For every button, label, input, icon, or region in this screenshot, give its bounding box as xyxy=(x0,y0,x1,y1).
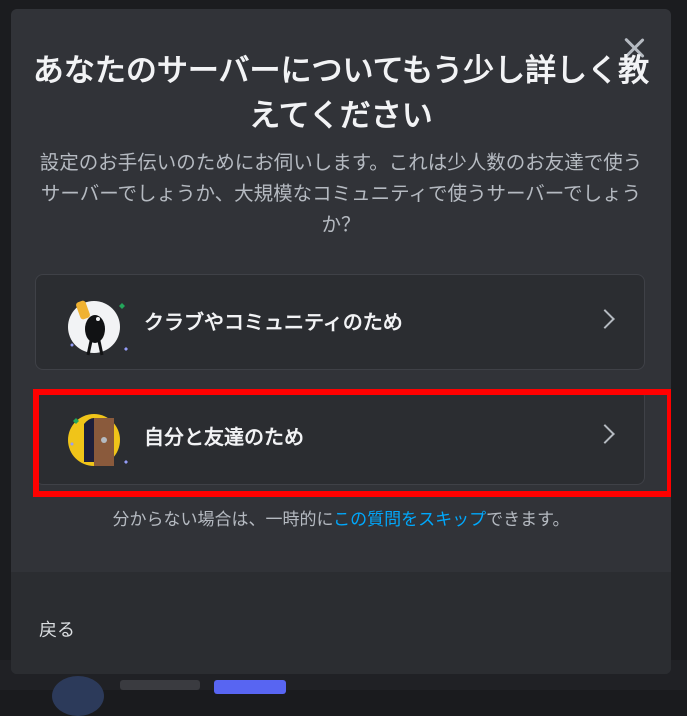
modal-title: あなたのサーバーについてもう少し詳しく教えてください xyxy=(32,53,650,134)
skip-hint-prefix: 分からない場合は、一時的に xyxy=(112,510,334,530)
option-me-and-friends-label: 自分と友達のため xyxy=(144,425,304,449)
background-username xyxy=(120,680,200,690)
skip-hint: 分からない場合は、一時的にこの質問をスキップできます。 xyxy=(11,507,671,533)
option-me-and-friends[interactable]: 自分と友達のため xyxy=(35,389,645,485)
club-illustration-icon xyxy=(68,300,128,356)
background-badge xyxy=(214,680,286,694)
option-club-community[interactable]: クラブやコミュニティのため xyxy=(35,274,645,370)
skip-hint-suffix: できます。 xyxy=(486,510,570,530)
server-purpose-modal: あなたのサーバーについてもう少し詳しく教えてください 設定のお手伝いのためにお伺… xyxy=(11,9,671,674)
background-avatar xyxy=(52,676,104,716)
modal-footer: 戻る xyxy=(11,572,671,674)
skip-question-link[interactable]: この質問をスキップ xyxy=(333,510,486,530)
friends-illustration-icon xyxy=(68,414,128,466)
modal-subtitle: 設定のお手伝いのためにお伺いします。これは少人数のお友達で使うサーバーでしょうか… xyxy=(39,151,643,236)
option-club-community-label: クラブやコミュニティのため xyxy=(144,310,403,334)
chevron-right-icon xyxy=(595,424,615,444)
back-button[interactable]: 戻る xyxy=(39,616,75,642)
chevron-right-icon xyxy=(595,309,615,329)
